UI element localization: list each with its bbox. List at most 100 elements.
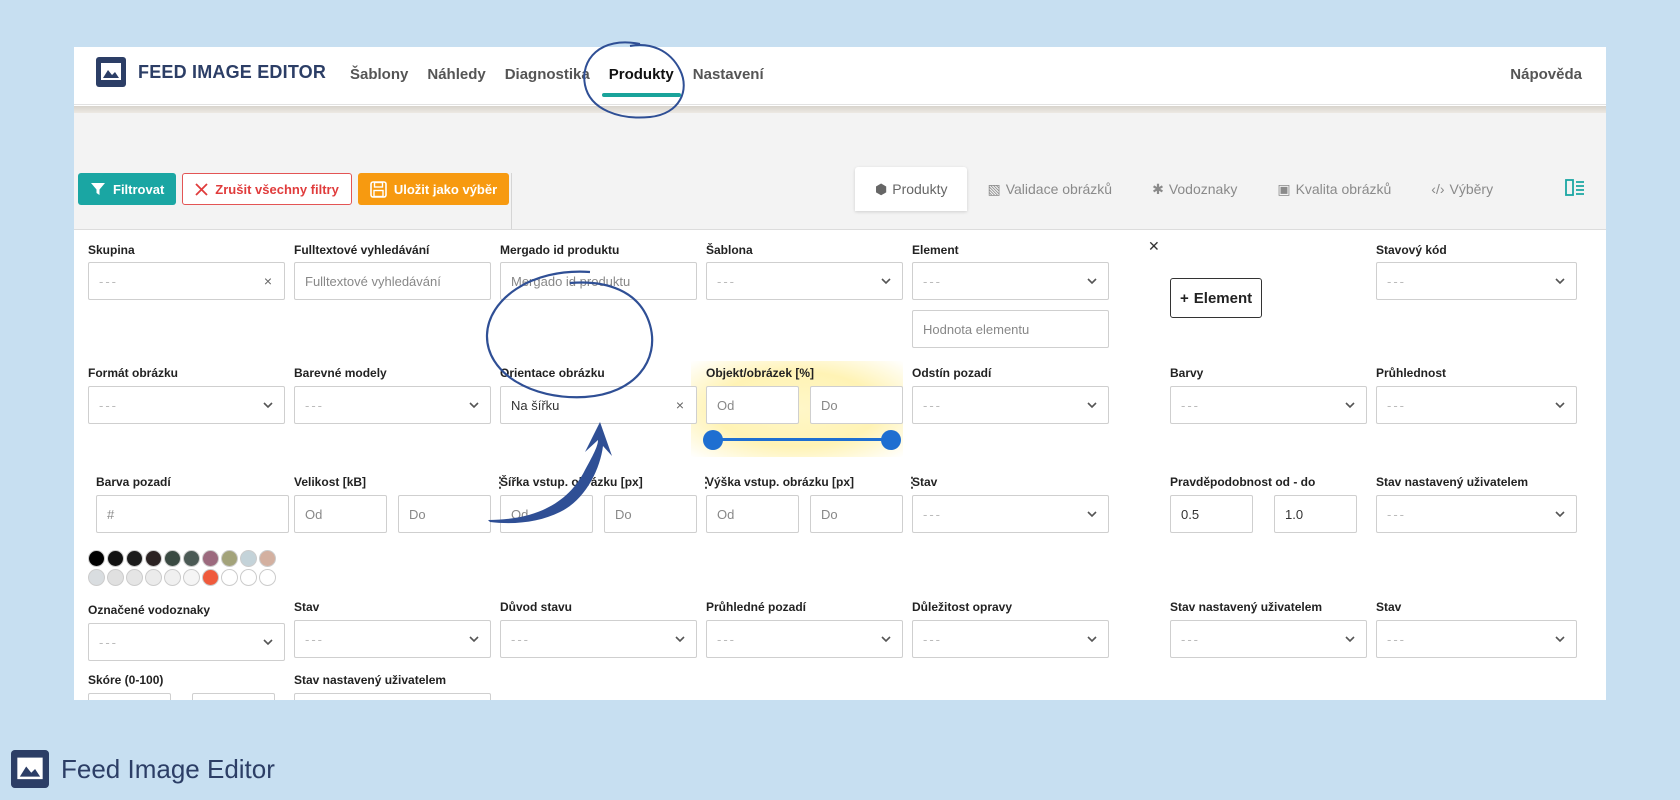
select-value: ---: [923, 631, 942, 647]
watermarks-select[interactable]: ---: [88, 623, 285, 661]
height-from[interactable]: Od: [706, 495, 799, 533]
color-swatch[interactable]: [240, 550, 257, 567]
slider-max-handle[interactable]: [881, 430, 901, 450]
color-swatch[interactable]: [183, 550, 200, 567]
fulltext-input[interactable]: Fulltextové vyhledávání: [294, 262, 491, 300]
close-icon: [195, 182, 208, 196]
chevron-down-icon: [1555, 511, 1565, 518]
tab-produkty[interactable]: ⬢ Produkty: [855, 167, 968, 211]
color-swatch[interactable]: [107, 550, 124, 567]
color-swatch[interactable]: [145, 550, 162, 567]
nav-produkty[interactable]: Produkty: [601, 64, 681, 97]
tab-vybery[interactable]: ‹/› Výběry: [1411, 167, 1513, 211]
field-label: Formát obrázku: [88, 366, 179, 380]
colors-field: Barvy: [1170, 366, 1203, 382]
panel-toggle-icon[interactable]: [1564, 177, 1586, 199]
color-swatch[interactable]: [126, 550, 143, 567]
transparent-bg-select[interactable]: ---: [706, 620, 903, 658]
orientation-select[interactable]: Na šířku ×: [500, 386, 697, 424]
brand[interactable]: FEED IMAGE EDITOR: [96, 57, 326, 87]
object-ratio-slider[interactable]: [703, 430, 901, 450]
help-link[interactable]: Nápověda: [1510, 64, 1582, 86]
tab-validace[interactable]: ▧ Validace obrázků: [967, 167, 1132, 211]
object-ratio-from[interactable]: Od: [706, 386, 799, 424]
score-to[interactable]: Do: [192, 693, 275, 700]
nav-nahledy[interactable]: Náhledy: [427, 64, 485, 86]
field-label: Stav nastavený uživatelem: [1376, 475, 1529, 489]
image-check-icon: ▧: [987, 180, 1001, 197]
color-swatch[interactable]: [202, 550, 219, 567]
tab-kvalita[interactable]: ▣ Kvalita obrázků: [1257, 167, 1411, 211]
colors-select[interactable]: ---: [1170, 386, 1367, 424]
field-label: Objekt/obrázek [%]: [706, 366, 815, 380]
color-swatch[interactable]: [126, 569, 143, 586]
save-selection-button[interactable]: Uložit jako výběr: [357, 173, 510, 205]
color-swatch[interactable]: [88, 550, 105, 567]
color-swatch[interactable]: [88, 569, 105, 586]
mergado-id-input[interactable]: Mergado id produktu: [500, 262, 697, 300]
element-value-input[interactable]: Hodnota elementu: [912, 310, 1109, 348]
clear-icon[interactable]: ×: [264, 273, 272, 289]
reason-select[interactable]: ---: [500, 620, 697, 658]
color-swatch[interactable]: [202, 569, 219, 586]
state-select-2[interactable]: ---: [294, 620, 491, 658]
color-swatch[interactable]: [183, 569, 200, 586]
nav-diagnostika[interactable]: Diagnostika: [505, 64, 590, 86]
width-to[interactable]: Do: [604, 495, 697, 533]
clear-filters-button[interactable]: Zrušit všechny filtry: [182, 173, 352, 205]
chevron-down-icon: [263, 639, 273, 646]
field-label: Barevné modely: [294, 366, 387, 380]
tab-label: Kvalita obrázků: [1295, 181, 1392, 197]
state-select[interactable]: ---: [912, 495, 1109, 533]
color-swatch[interactable]: [164, 550, 181, 567]
height-to[interactable]: Do: [810, 495, 903, 533]
template-select[interactable]: ---: [706, 262, 903, 300]
format-select[interactable]: ---: [88, 386, 285, 424]
save-icon: [370, 180, 387, 198]
element-select[interactable]: ---: [912, 262, 1109, 300]
color-swatch[interactable]: [164, 569, 181, 586]
field-label: Odstín pozadí: [912, 366, 992, 380]
filter-button[interactable]: Filtrovat: [78, 173, 177, 205]
user-state-select-3[interactable]: ---: [294, 693, 491, 700]
slider-min-handle[interactable]: [703, 430, 723, 450]
nav-sablony[interactable]: Šablony: [350, 64, 408, 86]
color-swatch[interactable]: [107, 569, 124, 586]
field-label: Barvy: [1170, 366, 1204, 380]
color-swatch[interactable]: [259, 550, 276, 567]
clear-icon[interactable]: ×: [676, 397, 684, 413]
width-from[interactable]: Od: [500, 495, 593, 533]
color-swatch[interactable]: [145, 569, 162, 586]
color-models-select[interactable]: ---: [294, 386, 491, 424]
funnel-icon: [91, 183, 105, 195]
color-swatch[interactable]: [221, 550, 238, 567]
select-value: ---: [511, 631, 530, 647]
status-code-select[interactable]: ---: [1376, 262, 1577, 300]
object-ratio-to[interactable]: Do: [810, 386, 903, 424]
fix-importance-select[interactable]: ---: [912, 620, 1109, 658]
tab-vodoznaky[interactable]: ✱ Vodoznaky: [1132, 167, 1257, 211]
nav-nastaveni[interactable]: Nastavení: [693, 64, 764, 86]
size-to[interactable]: Do: [398, 495, 491, 533]
state-select-3[interactable]: ---: [1376, 620, 1577, 658]
color-swatch[interactable]: [221, 569, 238, 586]
user-state-select[interactable]: ---: [1376, 495, 1577, 533]
color-swatch[interactable]: [259, 569, 276, 586]
field-label: Stavový kód: [1376, 243, 1447, 257]
score-from[interactable]: Od: [88, 693, 171, 700]
transparency-select[interactable]: ---: [1376, 386, 1577, 424]
bg-color-input[interactable]: #: [96, 495, 289, 533]
group-select[interactable]: --- ×: [88, 262, 285, 300]
user-state-select-2[interactable]: ---: [1170, 620, 1367, 658]
add-element-button[interactable]: + Element: [1170, 278, 1263, 318]
remove-element-icon[interactable]: ✕: [1148, 238, 1160, 255]
tab-label: Validace obrázků: [1005, 181, 1113, 197]
size-from[interactable]: Od: [294, 495, 387, 533]
width-field: Šířka vstup. obrázku [px]: [500, 475, 643, 491]
probability-to[interactable]: 1.0: [1274, 495, 1357, 533]
bg-hue-select[interactable]: ---: [912, 386, 1109, 424]
color-swatch[interactable]: [240, 569, 257, 586]
chevron-down-icon: [1555, 636, 1565, 643]
probability-from[interactable]: 0.5: [1170, 495, 1253, 533]
input-placeholder: Od: [305, 506, 323, 522]
